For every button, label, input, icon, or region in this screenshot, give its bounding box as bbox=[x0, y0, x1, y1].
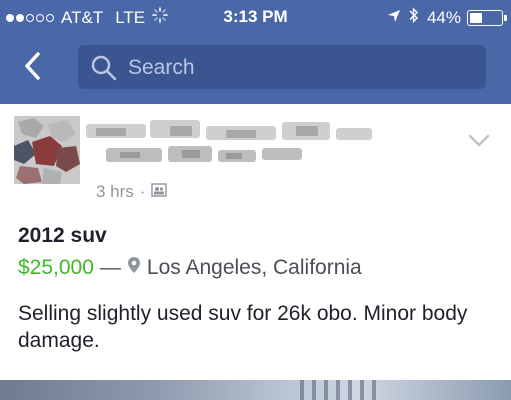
price-location-row: $25,000 — Los Angeles, California bbox=[18, 256, 362, 280]
search-icon bbox=[90, 54, 118, 87]
price-location-separator: — bbox=[99, 256, 121, 279]
listing-location[interactable]: Los Angeles, California bbox=[147, 256, 362, 280]
meta-separator: · bbox=[139, 182, 146, 201]
status-bar: AT&T LTE 3:13 PM 44% bbox=[0, 0, 511, 34]
blurred-author-name bbox=[86, 118, 376, 179]
post-timestamp[interactable]: 3 hrs bbox=[96, 182, 134, 202]
audience-icon bbox=[151, 182, 168, 202]
search-bar[interactable] bbox=[78, 45, 486, 91]
listing-photo[interactable] bbox=[0, 380, 511, 400]
listing-price: $25,000 bbox=[18, 256, 94, 279]
avatar[interactable] bbox=[14, 116, 80, 184]
listing-description: Selling slightly used suv for 26k obo. M… bbox=[18, 302, 468, 352]
location-pin-icon bbox=[127, 256, 141, 280]
listing-title: 2012 suv bbox=[18, 224, 107, 247]
location-arrow-icon bbox=[387, 8, 401, 28]
chevron-left-icon bbox=[25, 52, 40, 80]
bluetooth-icon bbox=[409, 7, 419, 29]
back-button[interactable] bbox=[14, 46, 54, 86]
marketplace-post: 3 hrs · 2012 suv $25,000 — Los Angeles, … bbox=[0, 104, 511, 380]
search-input[interactable] bbox=[126, 45, 480, 91]
battery-percentage: 44% bbox=[426, 8, 461, 27]
post-meta: 3 hrs · bbox=[96, 182, 168, 202]
post-options-chevron-icon[interactable] bbox=[468, 134, 490, 153]
top-bar: AT&T LTE 3:13 PM 44% bbox=[0, 0, 511, 104]
battery-icon bbox=[467, 10, 507, 26]
